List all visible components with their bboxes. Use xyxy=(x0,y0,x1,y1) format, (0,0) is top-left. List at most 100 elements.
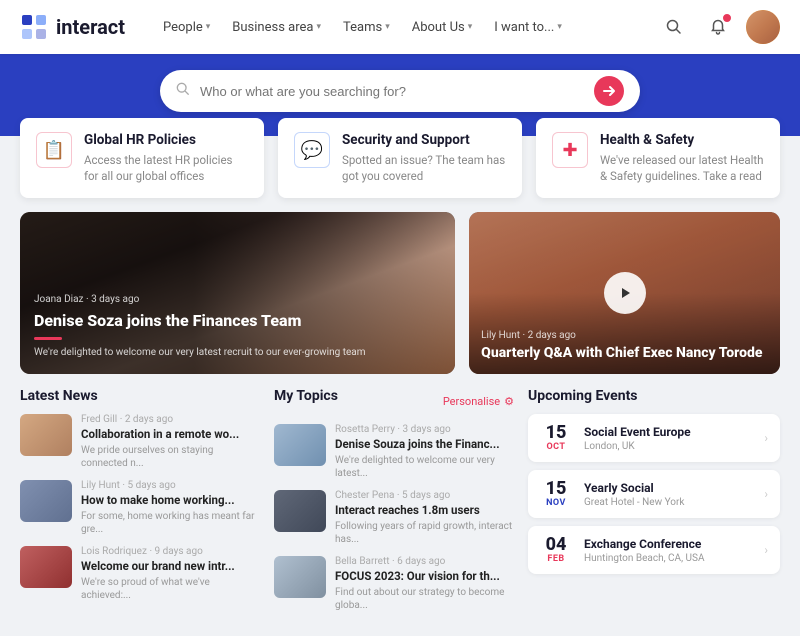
topic-excerpt-1: Following years of rapid growth, interac… xyxy=(335,520,514,546)
featured-main-article[interactable]: Joana Diaz · 3 days ago Denise Soza join… xyxy=(20,212,455,374)
event-item-2[interactable]: 04 FEB Exchange Conference Huntington Be… xyxy=(528,526,780,574)
search-button[interactable] xyxy=(658,11,690,43)
topic-thumbnail-2 xyxy=(274,556,326,598)
topic-item-2[interactable]: Bella Barrett · 6 days ago FOCUS 2023: O… xyxy=(274,556,514,612)
news-headline-0: Collaboration in a remote wo... xyxy=(81,427,260,442)
featured-author: Joana Diaz · 3 days ago xyxy=(34,294,366,305)
chevron-right-icon: › xyxy=(764,543,768,557)
security-icon: 💬 xyxy=(294,132,330,168)
health-desc: We've released our latest Health & Safet… xyxy=(600,152,764,184)
topic-headline-1: Interact reaches 1.8m users xyxy=(335,503,514,518)
featured-section: Joana Diaz · 3 days ago Denise Soza join… xyxy=(0,198,800,388)
chevron-down-icon: ▾ xyxy=(206,22,211,32)
hr-policies-desc: Access the latest HR policies for all ou… xyxy=(84,152,248,184)
bottom-row: Latest News Fred Gill · 2 days ago Colla… xyxy=(0,388,800,636)
news-meta-0: Fred Gill · 2 days ago xyxy=(81,414,260,425)
news-excerpt-0: We pride ourselves on staying connected … xyxy=(81,444,260,470)
hr-policies-title: Global HR Policies xyxy=(84,132,248,148)
topic-item-1[interactable]: Chester Pena · 5 days ago Interact reach… xyxy=(274,490,514,546)
health-icon: ✚ xyxy=(552,132,588,168)
topic-item-0[interactable]: Rosetta Perry · 3 days ago Denise Souza … xyxy=(274,424,514,480)
featured-video-article[interactable]: Lily Hunt · 2 days ago Quarterly Q&A wit… xyxy=(469,212,780,374)
topics-header: My Topics Personalise ⚙ xyxy=(274,388,514,414)
search-icon xyxy=(666,19,682,35)
settings-icon: ⚙ xyxy=(504,395,514,408)
event-name-2: Exchange Conference xyxy=(584,537,752,551)
play-button[interactable] xyxy=(604,272,646,314)
event-item-1[interactable]: 15 NOV Yearly Social Great Hotel - New Y… xyxy=(528,470,780,518)
search-submit-button[interactable] xyxy=(594,76,624,106)
my-topics-title: My Topics xyxy=(274,388,338,404)
event-date-2: 04 FEB xyxy=(540,536,572,564)
security-desc: Spotted an issue? The team has got you c… xyxy=(342,152,506,184)
logo-icon xyxy=(20,13,48,41)
card-health-safety[interactable]: ✚ Health & Safety We've released our lat… xyxy=(536,118,780,198)
card-security-support[interactable]: 💬 Security and Support Spotted an issue?… xyxy=(278,118,522,198)
topic-thumbnail-1 xyxy=(274,490,326,532)
event-name-1: Yearly Social xyxy=(584,481,752,495)
news-thumbnail-0 xyxy=(20,414,72,456)
search-bar-icon xyxy=(176,82,190,100)
event-name-0: Social Event Europe xyxy=(584,425,752,439)
topic-excerpt-2: Find out about our strategy to become gl… xyxy=(335,586,514,612)
search-bar xyxy=(160,70,640,112)
brand-name: interact xyxy=(56,15,125,39)
topic-thumbnail-0 xyxy=(274,424,326,466)
event-date-1: 15 NOV xyxy=(540,480,572,508)
nav-business-area[interactable]: Business area ▾ xyxy=(222,14,331,41)
featured-title: Denise Soza joins the Finances Team xyxy=(34,311,366,331)
chevron-right-icon: › xyxy=(764,487,768,501)
play-icon xyxy=(618,286,632,300)
topic-meta-2: Bella Barrett · 6 days ago xyxy=(335,556,514,567)
news-meta-2: Lois Rodriquez · 9 days ago xyxy=(81,546,260,557)
event-location-0: London, UK xyxy=(584,441,752,452)
search-input[interactable] xyxy=(200,84,594,99)
chevron-down-icon: ▾ xyxy=(557,22,562,32)
upcoming-events-title: Upcoming Events xyxy=(528,388,780,404)
user-avatar[interactable] xyxy=(746,10,780,44)
chevron-down-icon: ▾ xyxy=(385,22,390,32)
security-title: Security and Support xyxy=(342,132,506,148)
chevron-down-icon: ▾ xyxy=(468,22,473,32)
news-excerpt-2: We're so proud of what we've achieved:..… xyxy=(81,576,260,602)
latest-news-title: Latest News xyxy=(20,388,260,404)
nav-people[interactable]: People ▾ xyxy=(153,14,220,41)
news-excerpt-1: For some, home working has meant far gre… xyxy=(81,510,260,536)
nav-teams[interactable]: Teams ▾ xyxy=(333,14,400,41)
news-item-1[interactable]: Lily Hunt · 5 days ago How to make home … xyxy=(20,480,260,536)
bell-icon xyxy=(710,19,726,35)
featured-excerpt: We're delighted to welcome our very late… xyxy=(34,346,366,360)
news-headline-1: How to make home working... xyxy=(81,493,260,508)
my-topics-section: My Topics Personalise ⚙ Rosetta Perry · … xyxy=(274,388,514,622)
nav-links: People ▾ Business area ▾ Teams ▾ About U… xyxy=(153,14,658,41)
news-thumbnail-2 xyxy=(20,546,72,588)
topic-excerpt-0: We're delighted to welcome our very late… xyxy=(335,454,514,480)
nav-about-us[interactable]: About Us ▾ xyxy=(402,14,483,41)
event-item-0[interactable]: 15 OCT Social Event Europe London, UK › xyxy=(528,414,780,462)
news-item-0[interactable]: Fred Gill · 2 days ago Collaboration in … xyxy=(20,414,260,470)
topic-headline-0: Denise Souza joins the Financ... xyxy=(335,437,514,452)
chevron-right-icon: › xyxy=(764,431,768,445)
hr-policies-icon: 📋 xyxy=(36,132,72,168)
video-author: Lily Hunt · 2 days ago xyxy=(481,330,762,341)
health-title: Health & Safety xyxy=(600,132,764,148)
info-cards-row: 📋 Global HR Policies Access the latest H… xyxy=(0,118,800,198)
topic-meta-1: Chester Pena · 5 days ago xyxy=(335,490,514,501)
personalise-button[interactable]: Personalise ⚙ xyxy=(443,395,514,408)
latest-news-section: Latest News Fred Gill · 2 days ago Colla… xyxy=(20,388,260,622)
logo[interactable]: interact xyxy=(20,13,125,41)
navbar: interact People ▾ Business area ▾ Teams … xyxy=(0,0,800,54)
event-location-1: Great Hotel - New York xyxy=(584,497,752,508)
video-title: Quarterly Q&A with Chief Exec Nancy Toro… xyxy=(481,345,762,363)
news-headline-2: Welcome our brand new intr... xyxy=(81,559,260,574)
news-item-2[interactable]: Lois Rodriquez · 9 days ago Welcome our … xyxy=(20,546,260,602)
notifications-button[interactable] xyxy=(702,11,734,43)
featured-underline xyxy=(34,337,62,340)
event-date-0: 15 OCT xyxy=(540,424,572,452)
nav-i-want-to[interactable]: I want to... ▾ xyxy=(484,14,572,41)
arrow-right-icon xyxy=(602,84,616,98)
nav-actions xyxy=(658,10,780,44)
chevron-down-icon: ▾ xyxy=(316,22,321,32)
card-global-hr[interactable]: 📋 Global HR Policies Access the latest H… xyxy=(20,118,264,198)
news-meta-1: Lily Hunt · 5 days ago xyxy=(81,480,260,491)
